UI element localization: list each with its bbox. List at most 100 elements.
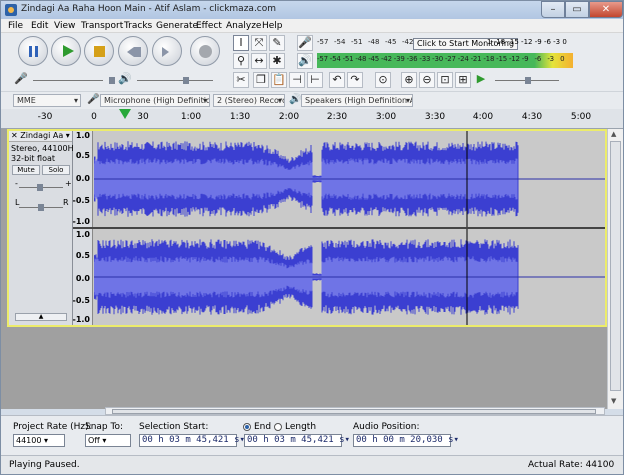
menu-transport[interactable]: Transport xyxy=(81,21,123,31)
playback-meter[interactable]: -57 -54 -51 -48 -45 -42 -39 -36 -33 -30 -27 -24 -21-… xyxy=(317,53,573,68)
zoom-in-icon[interactable]: ⊕ xyxy=(401,72,417,88)
sync-lock-icon[interactable]: ⊙ xyxy=(375,72,391,88)
horizontal-scroll-thumb[interactable] xyxy=(112,409,596,414)
track-pan-slider[interactable] xyxy=(19,204,63,211)
waveform-left-channel[interactable] xyxy=(94,131,605,227)
envelope-tool-icon[interactable]: ⤧ xyxy=(251,35,267,51)
audio-host-dropdown[interactable]: MME xyxy=(13,94,81,107)
menu-file[interactable]: File xyxy=(8,21,23,31)
maximize-button[interactable]: ▭ xyxy=(565,1,589,18)
menu-help[interactable]: Help xyxy=(262,21,283,31)
ruler-tick: 3:00 xyxy=(375,112,397,122)
timeline-ruler[interactable]: -30 0 30 1:00 1:30 2:00 2:30 3:00 3:30 4… xyxy=(1,109,623,129)
title-bar: Zindagi Aa Raha Hoon Main - Atif Aslam -… xyxy=(1,1,623,19)
playback-meter-scale: -57 -54 -51 -48 -45 -42 -39 -36 -33 -30 -27 -24 -21-… xyxy=(317,55,565,63)
vertical-scroll-thumb[interactable] xyxy=(610,141,621,391)
skip-to-end-button[interactable] xyxy=(152,36,182,66)
channels-dropdown[interactable]: 2 (Stereo) Recorc xyxy=(213,94,285,107)
ruler-tick: 2:00 xyxy=(278,112,300,122)
track-name-menu[interactable]: ✕ Zindagi Aa ▾ xyxy=(9,131,72,142)
project-rate-label: Project Rate (Hz): xyxy=(13,422,92,432)
play-at-speed-icon[interactable]: ▶ xyxy=(473,72,489,88)
length-radio[interactable] xyxy=(274,423,282,431)
selection-start-label: Selection Start: xyxy=(139,422,209,432)
end-radio[interactable] xyxy=(243,423,251,431)
track-gain-slider[interactable] xyxy=(19,184,63,191)
solo-button[interactable]: Solo xyxy=(42,165,70,175)
pan-left-label: L xyxy=(15,198,20,207)
silence-icon[interactable]: ⊢ xyxy=(307,72,323,88)
trim-icon[interactable]: ⊣ xyxy=(289,72,305,88)
selection-toolbar: Project Rate (Hz): 44100 ▾ Snap To: Off … xyxy=(1,415,623,455)
minimize-button[interactable]: – xyxy=(541,1,565,18)
waveform-right-svg xyxy=(94,229,605,325)
waveform-right-channel[interactable] xyxy=(94,229,605,325)
redo-icon[interactable]: ↷ xyxy=(347,72,363,88)
paste-icon[interactable]: 📋 xyxy=(271,72,287,88)
play-meter-icon[interactable]: 🔊 xyxy=(297,53,313,69)
mute-button[interactable]: Mute xyxy=(12,165,40,175)
output-device-dropdown[interactable]: Speakers (High Definition Audi xyxy=(301,94,413,107)
collapse-track-button[interactable]: ▲ xyxy=(15,313,67,321)
ruler-tick: 5:00 xyxy=(570,112,592,122)
project-rate-dropdown[interactable]: 44100 ▾ xyxy=(13,434,65,447)
window-title: Zindagi Aa Raha Hoon Main - Atif Aslam -… xyxy=(21,4,277,14)
copy-icon[interactable]: ❐ xyxy=(253,72,269,88)
mic-icon: 🎤 xyxy=(14,72,28,85)
draw-tool-icon[interactable]: ✎ xyxy=(269,35,285,51)
ruler-tick: 4:00 xyxy=(472,112,494,122)
menu-generate[interactable]: Generate xyxy=(156,21,198,31)
ruler-tick: 30 xyxy=(137,112,149,122)
audio-position-field[interactable]: 00 h 00 m 20,030 s▾ xyxy=(353,434,459,447)
input-device-dropdown[interactable]: Microphone (High Definition Au xyxy=(100,94,210,107)
multi-tool-icon[interactable]: ✱ xyxy=(269,53,285,69)
selection-end-field[interactable]: 00 h 03 m 45,421 s▾ xyxy=(244,434,350,447)
speaker-volume-slider[interactable] xyxy=(137,77,213,84)
ruler-tick: -30 xyxy=(37,112,53,122)
mic-volume-slider[interactable] xyxy=(33,77,115,84)
pan-right-label: R xyxy=(63,198,69,207)
menu-analyze[interactable]: Analyze xyxy=(226,21,261,31)
close-button[interactable]: ✕ xyxy=(589,1,623,18)
stop-button[interactable] xyxy=(84,36,114,66)
device-toolbar: MME 🎤 Microphone (High Definition Au 2 (… xyxy=(1,91,623,108)
fit-project-icon[interactable]: ⊞ xyxy=(455,72,471,88)
undo-icon[interactable]: ↶ xyxy=(329,72,345,88)
app-icon xyxy=(5,4,17,16)
waveform-left-svg xyxy=(94,131,605,227)
menu-effect[interactable]: Effect xyxy=(196,21,222,31)
track-rate: Stereo, 44100Hz xyxy=(11,144,78,153)
play-button[interactable] xyxy=(51,36,81,66)
length-label: Length xyxy=(285,422,317,432)
menu-edit[interactable]: Edit xyxy=(31,21,48,31)
audacity-window: Zindagi Aa Raha Hoon Main - Atif Aslam -… xyxy=(0,0,624,475)
zoom-out-icon[interactable]: ⊖ xyxy=(419,72,435,88)
ruler-tick: 2:30 xyxy=(326,112,348,122)
play-speed-slider[interactable] xyxy=(495,77,559,84)
fit-selection-icon[interactable]: ⊡ xyxy=(437,72,453,88)
pause-button[interactable] xyxy=(18,36,48,66)
horizontal-scrollbar[interactable] xyxy=(105,407,605,415)
snap-to-dropdown[interactable]: Off ▾ xyxy=(85,434,131,447)
play-position-marker[interactable] xyxy=(119,109,131,119)
record-button[interactable] xyxy=(190,36,220,66)
input-device-icon: 🎤 xyxy=(87,94,100,105)
timeshift-tool-icon[interactable]: ↔ xyxy=(251,53,267,69)
vertical-scrollbar[interactable]: ▲ ▼ xyxy=(607,129,623,409)
selection-start-field[interactable]: 00 h 03 m 45,421 s▾ xyxy=(139,434,245,447)
ruler-tick: 1:00 xyxy=(180,112,202,122)
gain-minus-label: - xyxy=(15,179,18,188)
selection-tool-icon[interactable]: I xyxy=(233,35,249,51)
skip-to-start-button[interactable] xyxy=(118,36,148,66)
gain-plus-label: + xyxy=(65,179,72,188)
status-bar: Playing Paused. Actual Rate: 44100 xyxy=(1,455,623,474)
cut-icon[interactable]: ✂ xyxy=(233,72,249,88)
record-meter-icon[interactable]: 🎤 xyxy=(297,35,313,51)
menu-view[interactable]: View xyxy=(54,21,75,31)
menu-bar: File Edit View Transport Tracks Generate… xyxy=(1,19,623,33)
zoom-tool-icon[interactable]: ⚲ xyxy=(233,53,249,69)
audio-track[interactable]: ✕ Zindagi Aa ▾ Stereo, 44100Hz 32-bit fl… xyxy=(7,129,607,327)
status-text: Playing Paused. xyxy=(9,460,80,470)
ruler-tick: 3:30 xyxy=(424,112,446,122)
menu-tracks[interactable]: Tracks xyxy=(124,21,152,31)
